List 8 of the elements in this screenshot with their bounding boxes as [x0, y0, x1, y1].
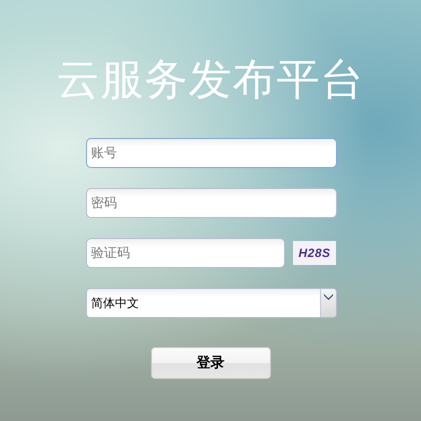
- captcha-image[interactable]: H28S: [293, 241, 336, 265]
- password-field[interactable]: 密码: [86, 188, 337, 218]
- account-field[interactable]: 账号: [86, 138, 337, 168]
- login-button[interactable]: 登录: [150, 347, 270, 379]
- page-title: 云服务发布平台: [56, 54, 364, 107]
- chevron-down-icon: [324, 294, 333, 300]
- language-select[interactable]: 简体中文: [86, 288, 337, 318]
- captcha-field[interactable]: 验证码: [86, 238, 285, 268]
